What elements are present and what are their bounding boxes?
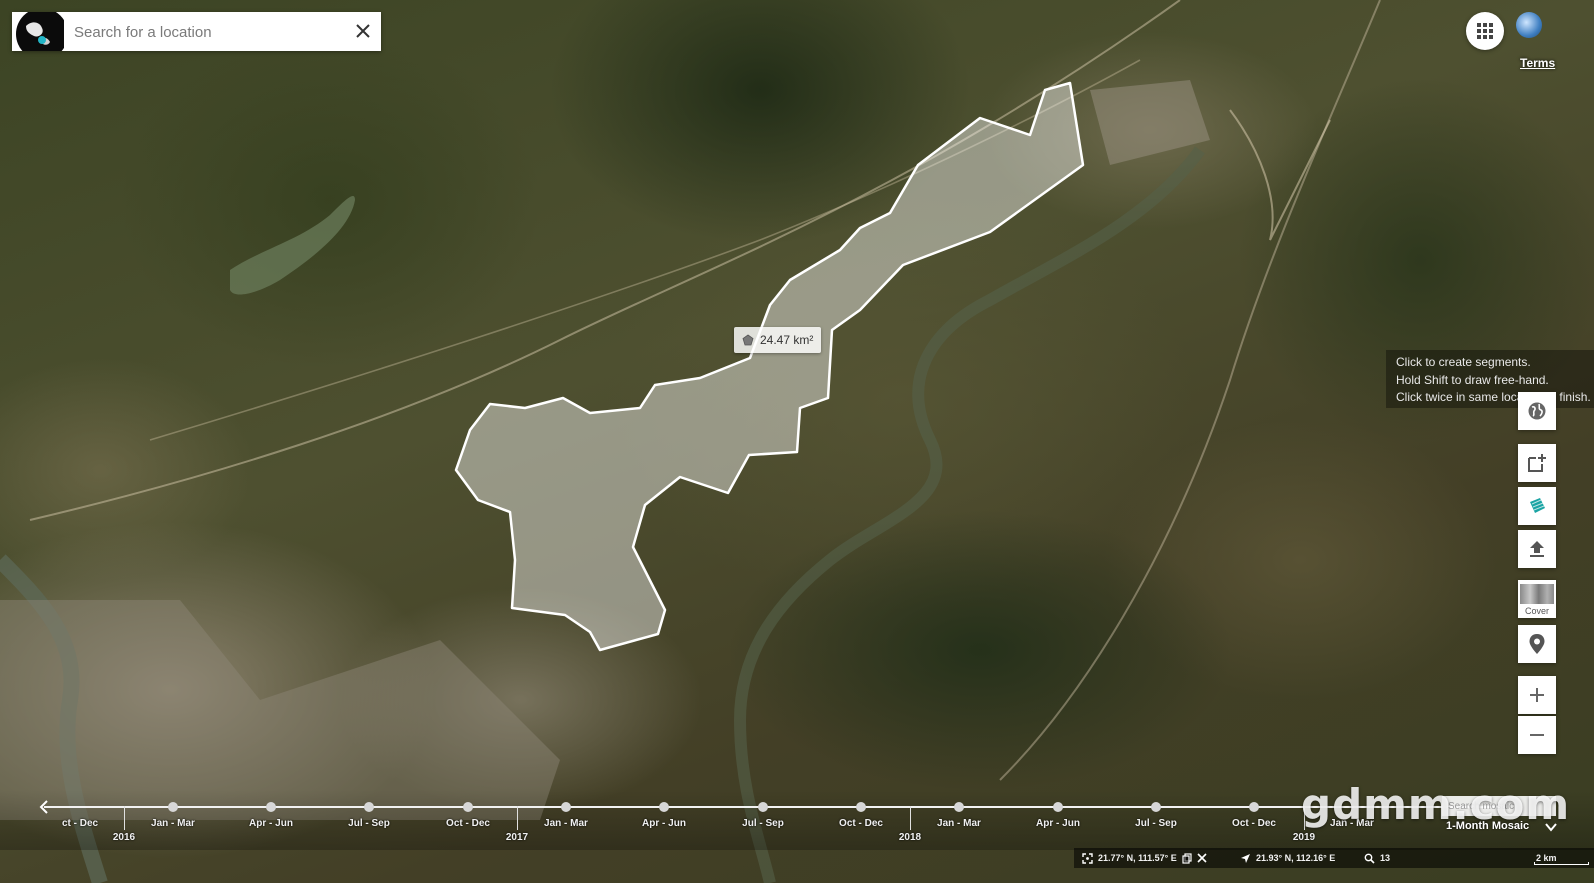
timeline-back-icon[interactable] — [36, 799, 52, 815]
cursor-readout: 21.93° N, 112.16° E — [1240, 848, 1335, 868]
status-bar: 21.77° N, 111.57° E 21.93° N, 112.16° E … — [1074, 848, 1594, 868]
timeline-dot[interactable] — [1151, 802, 1161, 812]
add-feature-button[interactable] — [1518, 444, 1556, 482]
location-search-box — [12, 12, 381, 51]
upload-button[interactable] — [1518, 530, 1556, 568]
draw-help-line: Hold Shift to draw free-hand. — [1396, 372, 1549, 387]
location-pin-icon — [1529, 634, 1545, 654]
timeline-year-label: 2016 — [112, 832, 136, 843]
timeline-period-label[interactable]: Jul - Sep — [348, 818, 390, 829]
draw-help-line: Click twice in same location to finish. — [1396, 390, 1591, 404]
globe-icon — [1528, 402, 1546, 420]
zoom-level: 13 — [1380, 853, 1391, 863]
earth-thumbnail-icon[interactable] — [12, 12, 64, 51]
map-features — [0, 0, 1381, 883]
scale-bar — [1534, 862, 1589, 865]
timeline-year-tick — [910, 806, 911, 830]
zoom-out-icon — [1530, 734, 1544, 736]
scale-readout: 2 km — [1536, 848, 1557, 868]
timeline-year-label: 2017 — [505, 832, 529, 843]
globe-view-button[interactable] — [1518, 392, 1556, 430]
copy-icon[interactable] — [1182, 852, 1192, 864]
timeline-dot[interactable] — [1249, 802, 1259, 812]
watermark: gdmm.com — [1301, 780, 1571, 829]
timeline-dot[interactable] — [364, 802, 374, 812]
magnifier-icon — [1364, 853, 1375, 864]
timeline-dot[interactable] — [856, 802, 866, 812]
apps-grid-button[interactable] — [1466, 12, 1504, 50]
timeline-dot[interactable] — [659, 802, 669, 812]
location-pin-button[interactable] — [1518, 625, 1556, 663]
timeline-dot[interactable] — [1053, 802, 1063, 812]
timeline-period-label[interactable]: Jul - Sep — [1135, 818, 1177, 829]
upload-icon — [1530, 541, 1544, 557]
timeline-period-label[interactable]: Jan - Mar — [544, 818, 588, 829]
timeline-period-label[interactable]: Jan - Mar — [151, 818, 195, 829]
timeline-period-label[interactable]: Jul - Sep — [742, 818, 784, 829]
timeline-dot[interactable] — [266, 802, 276, 812]
layers-icon — [1530, 498, 1545, 513]
zoom-out-button[interactable] — [1518, 716, 1556, 754]
fullscreen-icon[interactable] — [1082, 852, 1093, 864]
timeline-dot[interactable] — [561, 802, 571, 812]
timeline-period-label[interactable]: Oct - Dec — [839, 818, 883, 829]
layers-button[interactable] — [1518, 487, 1556, 525]
timeline-year-label: 2019 — [1292, 832, 1316, 843]
terms-link[interactable]: Terms — [1520, 56, 1555, 70]
zoom-in-button[interactable] — [1518, 676, 1556, 714]
zoom-readout: 13 — [1364, 848, 1390, 868]
timeline-period-label[interactable]: Oct - Dec — [446, 818, 490, 829]
cover-thumbnail — [1520, 584, 1554, 604]
add-feature-icon — [1528, 454, 1546, 472]
measured-area-polygon — [454, 81, 1085, 652]
timeline-period-label[interactable]: Apr - Jun — [1036, 818, 1080, 829]
map-canvas[interactable] — [0, 0, 1594, 883]
cover-basemap-button[interactable]: Cover — [1518, 580, 1556, 618]
timeline-period-label[interactable]: Apr - Jun — [642, 818, 686, 829]
timeline-period-label[interactable]: Jan - Mar — [937, 818, 981, 829]
timeline-period-label[interactable]: ct - Dec — [62, 818, 98, 829]
close-icon[interactable] — [351, 19, 375, 43]
profile-avatar[interactable] — [1516, 12, 1542, 38]
cover-label: Cover — [1524, 606, 1549, 616]
close-icon[interactable] — [1197, 853, 1207, 863]
timeline-year-tick — [517, 806, 518, 830]
area-measurement-label: 24.47 km² — [734, 327, 822, 353]
apps-grid-icon — [1477, 23, 1493, 39]
timeline-year-tick — [124, 806, 125, 830]
timeline-track[interactable] — [44, 806, 1506, 808]
timeline-dot[interactable] — [168, 802, 178, 812]
area-value: 24.47 km² — [760, 333, 814, 347]
timeline-dot[interactable] — [954, 802, 964, 812]
draw-help-line: Click to create segments. — [1396, 355, 1531, 369]
view-center-coordinates: 21.77° N, 111.57° E — [1098, 853, 1177, 863]
search-input[interactable] — [72, 18, 346, 47]
timeline-dot[interactable] — [758, 802, 768, 812]
timeline-dot[interactable] — [463, 802, 473, 812]
navigation-arrow-icon — [1241, 853, 1250, 863]
zoom-in-icon — [1530, 688, 1544, 702]
draw-help-tooltip: Click to create segments. Hold Shift to … — [1386, 350, 1594, 408]
timeline-period-label[interactable]: Oct - Dec — [1232, 818, 1276, 829]
view-center-readout: 21.77° N, 111.57° E — [1082, 848, 1207, 868]
polygon-icon — [742, 334, 754, 346]
timeline-period-label[interactable]: Apr - Jun — [249, 818, 293, 829]
cursor-coordinates: 21.93° N, 112.16° E — [1256, 853, 1336, 863]
timeline-year-label: 2018 — [898, 832, 922, 843]
